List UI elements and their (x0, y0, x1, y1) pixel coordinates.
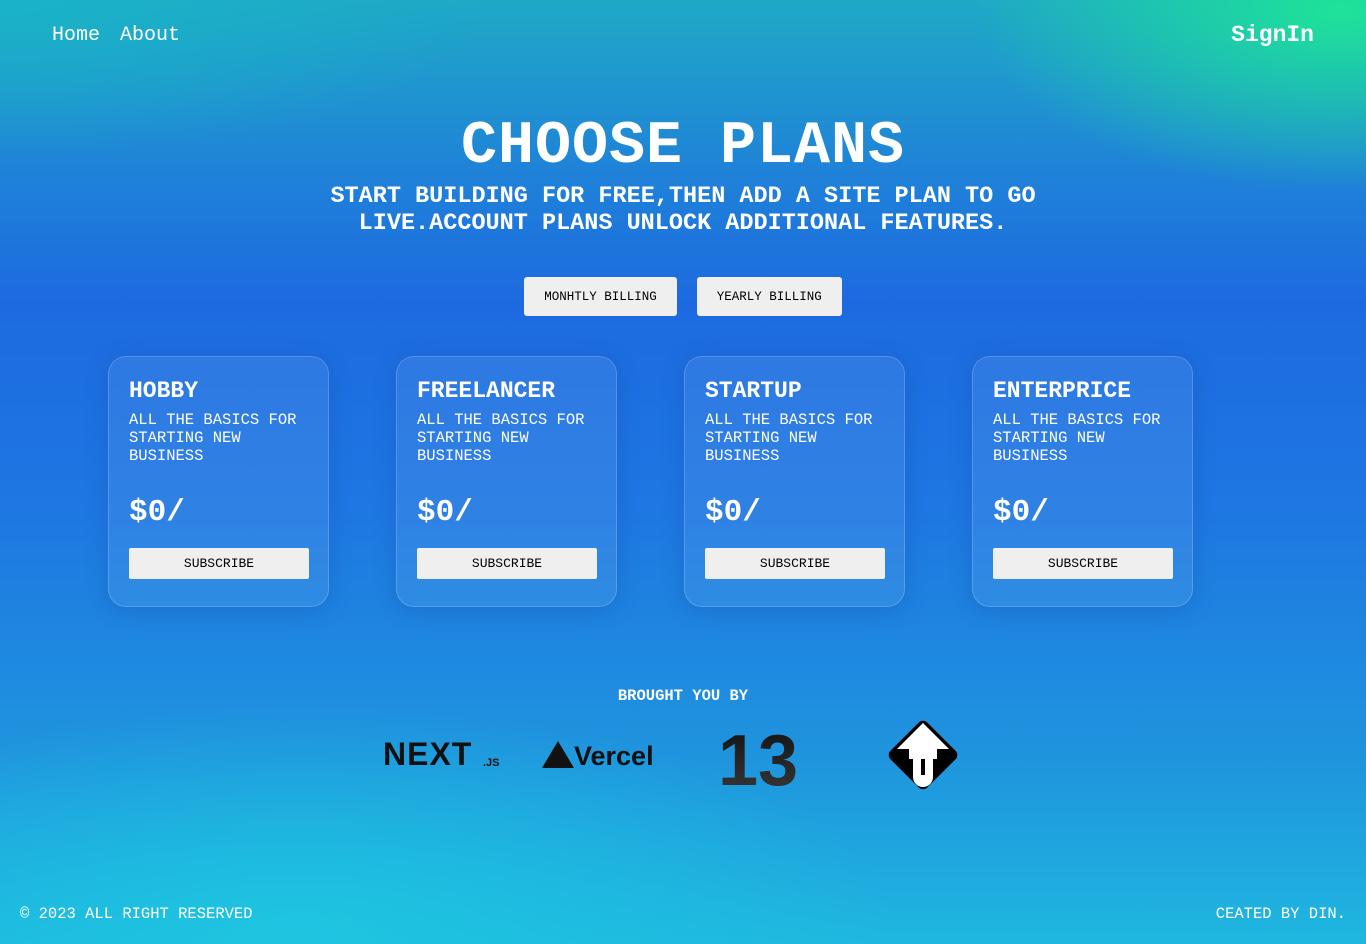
plan-description: ALL THE BASICS FOR STARTING NEW BUSINESS (417, 411, 585, 465)
version-13-logo: 13 (703, 715, 823, 801)
plan-name: STARTUP (705, 378, 802, 404)
plan-description: ALL THE BASICS FOR STARTING NEW BUSINESS (993, 411, 1161, 465)
nextjs-logo: NEXT .JS (383, 715, 503, 795)
plan-description: ALL THE BASICS FOR STARTING NEW BUSINESS (129, 411, 297, 465)
svg-text:Vercel: Vercel (574, 741, 654, 771)
vercel-triangle-icon (542, 741, 574, 768)
plan-price: $0/ (129, 495, 185, 530)
plan-card-freelancer: FREELANCER ALL THE BASICS FOR STARTING N… (396, 356, 617, 607)
subscribe-button[interactable]: SUBSCRIBE (417, 548, 597, 579)
plan-name: ENTERPRICE (993, 378, 1132, 404)
plan-card-hobby: HOBBY ALL THE BASICS FOR STARTING NEW BU… (108, 356, 329, 607)
plan-price: $0/ (705, 495, 761, 530)
plan-name: FREELANCER (417, 378, 556, 404)
plan-name: HOBBY (129, 378, 199, 404)
plan-card-startup: STARTUP ALL THE BASICS FOR STARTING NEW … (684, 356, 905, 607)
monthly-billing-button[interactable]: MONHTLY BILLING (524, 277, 677, 316)
billing-toggle: MONHTLY BILLING YEARLY BILLING (0, 277, 1366, 316)
sponsor-logos: NEXT .JS Vercel 13 (0, 715, 1366, 801)
plan-card-enterprice: ENTERPRICE ALL THE BASICS FOR STARTING N… (972, 356, 1193, 607)
copyright-text: © 2023 ALL RIGHT RESERVED (20, 905, 253, 923)
turborepo-diamond-logo (863, 715, 983, 795)
vercel-logo: Vercel (542, 715, 663, 795)
nav-about-link[interactable]: About (120, 24, 180, 47)
subscribe-button[interactable]: SUBSCRIBE (993, 548, 1173, 579)
svg-text:.JS: .JS (483, 757, 500, 769)
nextjs-logo-text: NEXT (383, 736, 472, 772)
page-title: CHOOSE PLANS (460, 113, 906, 181)
credit-text: CEATED BY DIN. (1215, 905, 1346, 923)
subscribe-button[interactable]: SUBSCRIBE (705, 548, 885, 579)
page-subtitle: START BUILDING FOR FREE,THEN ADD A SITE … (330, 183, 1036, 237)
signin-link[interactable]: SignIn (1231, 22, 1314, 48)
svg-text:13: 13 (718, 721, 798, 801)
plan-price: $0/ (993, 495, 1049, 530)
top-nav: Home About (52, 24, 180, 47)
sponsors-heading: BROUGHT YOU BY (617, 687, 749, 705)
plan-description: ALL THE BASICS FOR STARTING NEW BUSINESS (705, 411, 873, 465)
plan-price: $0/ (417, 495, 473, 530)
yearly-billing-button[interactable]: YEARLY BILLING (696, 277, 842, 316)
subscribe-button[interactable]: SUBSCRIBE (129, 548, 309, 579)
nav-home-link[interactable]: Home (52, 24, 100, 47)
